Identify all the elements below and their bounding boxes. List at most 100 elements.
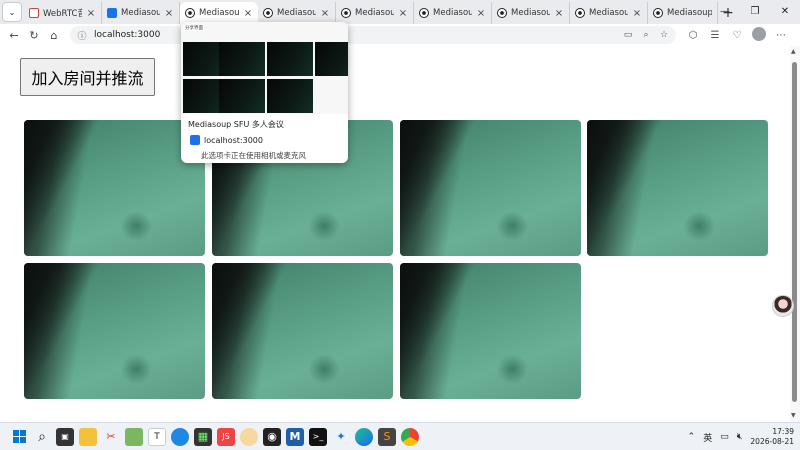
preview-label: 分享界面 bbox=[184, 25, 204, 31]
tab-4[interactable]: Mediasoup × bbox=[336, 2, 414, 24]
image-app-icon[interactable] bbox=[125, 427, 143, 446]
ime-indicator[interactable]: 英 bbox=[703, 431, 712, 444]
close-window-icon[interactable]: ✕ bbox=[770, 0, 800, 22]
task-view-icon[interactable]: ▣ bbox=[56, 427, 74, 446]
close-icon[interactable]: × bbox=[632, 8, 642, 19]
recording-icon bbox=[263, 8, 273, 18]
tab-0[interactable]: WebRTC音视频 × bbox=[24, 2, 102, 24]
close-icon[interactable]: × bbox=[476, 8, 486, 19]
tab-label: Mediasoup bbox=[511, 8, 550, 18]
tab-1[interactable]: Mediasoup × bbox=[102, 2, 180, 24]
favicon-icon bbox=[107, 8, 117, 18]
minimize-icon[interactable]: — bbox=[710, 0, 740, 22]
file-explorer-icon[interactable] bbox=[79, 427, 97, 446]
tab-6[interactable]: Mediasoup × bbox=[492, 2, 570, 24]
console-icon[interactable]: >_ bbox=[309, 427, 327, 446]
tab-label: Mediasoup bbox=[667, 8, 712, 18]
chat-app-icon[interactable]: ◉ bbox=[263, 427, 281, 446]
close-icon[interactable]: × bbox=[554, 8, 564, 19]
hover-card-url: localhost:3000 bbox=[204, 135, 263, 145]
shield-icon[interactable]: ♡ bbox=[728, 30, 746, 41]
camera-icon[interactable]: ▭ bbox=[622, 30, 634, 40]
tab-label: Mediasoup bbox=[433, 8, 472, 18]
document-icon bbox=[29, 8, 39, 18]
video-tile bbox=[212, 263, 393, 399]
start-button[interactable] bbox=[10, 428, 28, 446]
chevron-down-icon: ⌄ bbox=[8, 7, 16, 17]
speaker-muted-icon[interactable]: 🔇︎ bbox=[737, 432, 743, 442]
tab-label: WebRTC音视频 bbox=[43, 9, 82, 19]
favicon-icon bbox=[190, 135, 200, 145]
recording-icon bbox=[341, 8, 351, 18]
tab-preview-thumbnail: 分享界面 bbox=[181, 22, 348, 114]
clock-date: 2026-08-21 bbox=[750, 437, 794, 446]
join-room-button[interactable]: 加入房间并推流 bbox=[20, 58, 155, 96]
snipping-tool-icon[interactable]: ✂ bbox=[102, 428, 120, 446]
tab-search-button[interactable]: ⌄ bbox=[2, 2, 22, 22]
video-tile bbox=[400, 263, 581, 399]
jetbrains-icon[interactable]: JS bbox=[217, 427, 235, 446]
tab-hover-card: 分享界面 Mediasoup SFU 多人会议 localhost:3000 此… bbox=[181, 22, 348, 163]
url-text: localhost:3000 bbox=[94, 30, 161, 40]
tab-2[interactable]: Mediasoup × bbox=[180, 2, 258, 24]
pinwheel-icon[interactable]: ✦ bbox=[332, 428, 350, 446]
tab-7[interactable]: Mediasoup × bbox=[570, 2, 648, 24]
display-icon[interactable]: ▭ bbox=[720, 432, 729, 442]
messenger-icon[interactable] bbox=[171, 427, 189, 446]
vertical-scrollbar[interactable]: ▲ ▼ bbox=[790, 46, 800, 422]
video-tile bbox=[24, 263, 205, 399]
preview-tile bbox=[219, 79, 265, 113]
address-bar[interactable]: ⓘ localhost:3000 ▭ ⌕ ☆ bbox=[70, 26, 676, 44]
scroll-up-icon[interactable]: ▲ bbox=[791, 48, 796, 55]
zoom-icon[interactable]: ⌕ bbox=[640, 30, 652, 40]
chevron-up-icon[interactable]: ⌃ bbox=[688, 432, 696, 442]
scroll-down-icon[interactable]: ▼ bbox=[791, 412, 796, 419]
tab-5[interactable]: Mediasoup × bbox=[414, 2, 492, 24]
tab-3[interactable]: Mediasoup × bbox=[258, 2, 336, 24]
close-icon[interactable]: × bbox=[320, 8, 330, 19]
recording-icon bbox=[497, 8, 507, 18]
star-icon[interactable]: ☆ bbox=[658, 30, 670, 40]
clock-time: 17:39 bbox=[772, 427, 794, 436]
recording-icon bbox=[185, 8, 195, 18]
recording-icon bbox=[419, 8, 429, 18]
tab-label: Mediasoup bbox=[355, 8, 394, 18]
video-tile bbox=[587, 120, 768, 256]
preview-tile bbox=[267, 79, 313, 113]
extensions-icon[interactable]: ⬡ bbox=[684, 30, 702, 41]
close-icon[interactable]: × bbox=[86, 8, 96, 19]
reload-icon[interactable]: ↻ bbox=[24, 25, 44, 45]
back-arrow-icon[interactable]: ← bbox=[4, 25, 24, 45]
restore-icon[interactable]: ❐ bbox=[740, 0, 770, 22]
recording-icon bbox=[653, 8, 663, 18]
assistant-avatar[interactable] bbox=[772, 295, 794, 317]
favorites-icon[interactable]: ☰ bbox=[706, 30, 724, 41]
duck-app-icon[interactable] bbox=[240, 427, 258, 446]
scroll-thumb[interactable] bbox=[792, 62, 797, 402]
close-icon[interactable]: × bbox=[164, 8, 174, 19]
tab-label: Mediasoup bbox=[121, 8, 160, 18]
close-icon[interactable]: × bbox=[243, 8, 253, 19]
terminal-icon[interactable]: ▦ bbox=[194, 427, 212, 446]
tab-8[interactable]: Mediasoup bbox=[648, 2, 718, 24]
site-info-icon[interactable]: ⓘ bbox=[76, 29, 88, 42]
tab-label: Mediasoup bbox=[199, 8, 239, 18]
hover-card-site: localhost:3000 bbox=[190, 135, 263, 145]
edge-browser-icon[interactable] bbox=[355, 427, 373, 446]
close-icon[interactable]: × bbox=[398, 8, 408, 19]
clock[interactable]: 17:39 2026-08-21 bbox=[750, 427, 794, 447]
preview-tile bbox=[267, 42, 313, 76]
sublime-text-icon[interactable]: S bbox=[378, 427, 396, 446]
profile-avatar[interactable] bbox=[750, 26, 768, 44]
recording-icon bbox=[575, 8, 585, 18]
tab-label: Mediasoup bbox=[277, 8, 316, 18]
more-menu-icon[interactable]: ⋯ bbox=[772, 30, 790, 41]
typora-icon[interactable]: T bbox=[148, 427, 166, 446]
taskbar: ⌕ ▣ ✂ T ▦ JS ◉ M >_ ✦ S ⌃ 英 ▭ 🔇︎ 17:39 2… bbox=[0, 422, 800, 450]
window-controls: — ❐ ✕ bbox=[710, 0, 800, 22]
chrome-browser-icon[interactable] bbox=[401, 427, 419, 446]
search-icon[interactable]: ⌕ bbox=[33, 428, 51, 446]
home-icon[interactable]: ⌂ bbox=[44, 25, 64, 45]
m-app-icon[interactable]: M bbox=[286, 427, 304, 446]
preview-tile bbox=[315, 42, 348, 76]
